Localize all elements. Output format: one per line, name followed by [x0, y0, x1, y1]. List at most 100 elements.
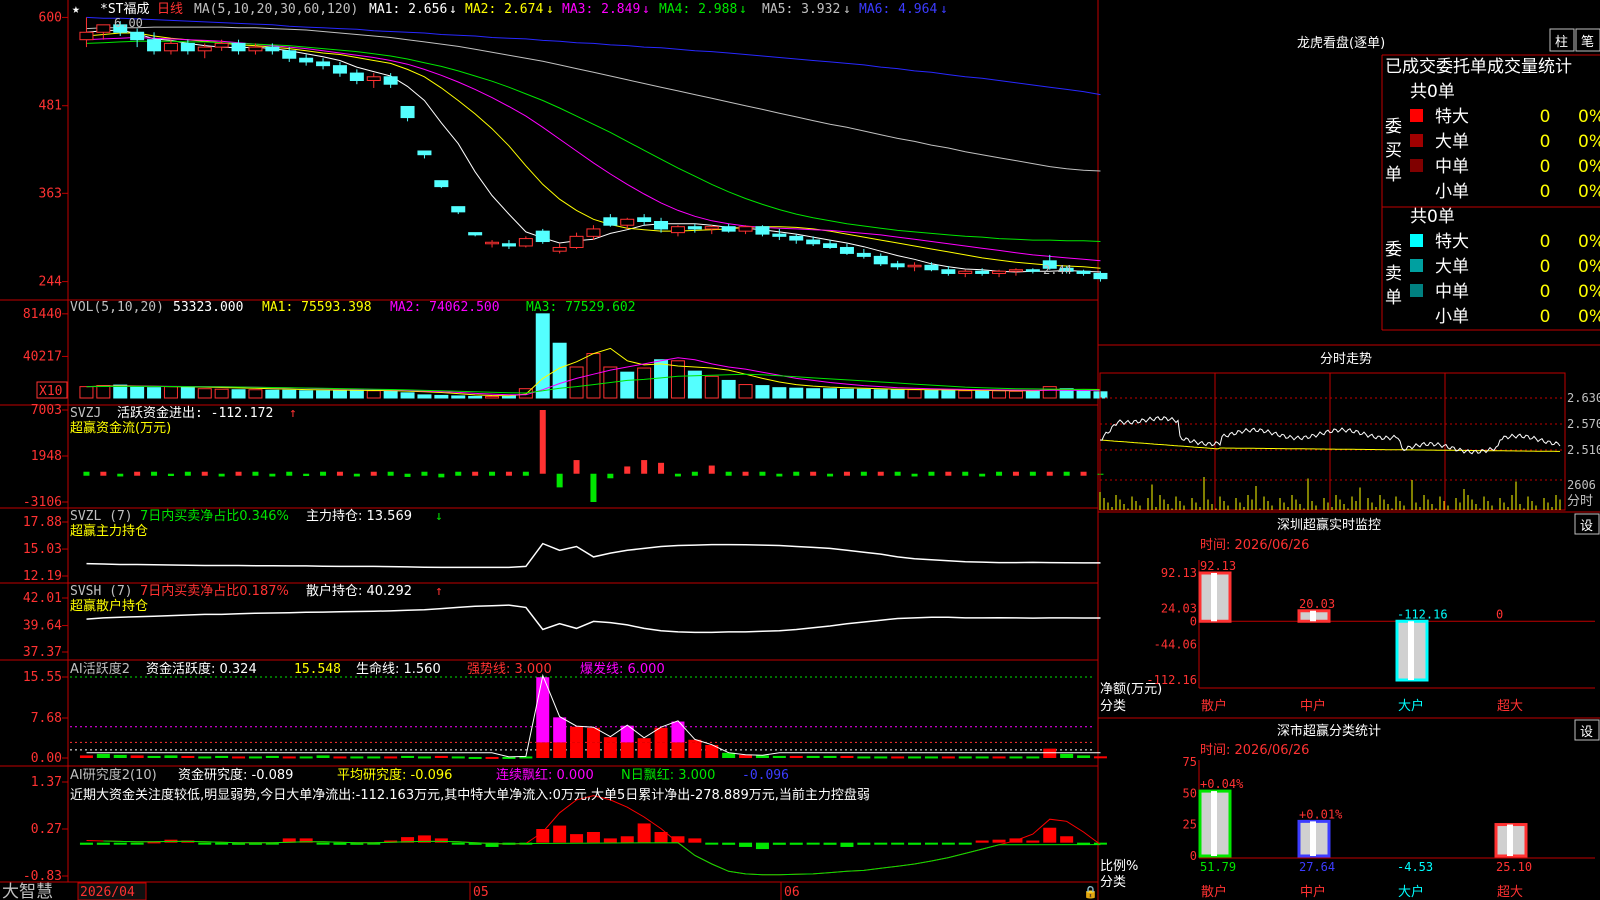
volume-bar — [535, 313, 550, 399]
lhb-row-name: 特大 — [1435, 232, 1469, 252]
candle-body — [721, 226, 736, 232]
svzj-bar — [624, 466, 631, 474]
candle-body — [248, 46, 263, 52]
buy-total: 共0单 — [1410, 82, 1455, 102]
lhb-row-pct: 0% — [1578, 257, 1600, 277]
volume-bar — [231, 389, 246, 399]
lhb-row-count: 0 — [1540, 232, 1551, 252]
candle-body — [924, 264, 939, 271]
lhb-row-count: 0 — [1540, 182, 1551, 202]
research-bar — [620, 836, 634, 843]
volume-bar — [468, 395, 483, 399]
svzj-dot — [742, 471, 749, 476]
stock-name: *ST福成 — [100, 2, 149, 17]
svzj-bar — [979, 473, 986, 477]
lhb-side-labels: 委买单委卖单 — [1385, 117, 1402, 308]
favorite-star-icon: ★ — [72, 2, 80, 17]
svzj-dot — [522, 471, 529, 476]
candle-body — [890, 263, 905, 268]
ai2-bar — [1077, 755, 1091, 758]
brand-logo: 大智慧 — [2, 882, 53, 900]
svzl-axis: 17.88 15.03 12.19 — [23, 515, 68, 584]
classify-bar-shine — [1211, 791, 1217, 856]
candle-body — [823, 243, 838, 248]
ai2-bar — [1060, 753, 1074, 758]
ma4-value: MA4: 2.988 — [659, 2, 737, 17]
svzl-legend: SVZL (7) 7日内买卖净占比0.346% 主力持仓: 13.569 ↓ 超… — [70, 508, 443, 539]
price-axis-tick: 481 — [39, 99, 62, 114]
volume-bar — [941, 389, 956, 399]
classify-change: +0.01% — [1299, 807, 1343, 821]
volume-bar — [924, 389, 939, 399]
candle-body — [197, 46, 212, 52]
ai2-bar — [434, 755, 448, 758]
ma6-arrow: ↓ — [940, 2, 948, 17]
research-bar — [789, 842, 803, 845]
svzj-dot — [184, 471, 191, 476]
svzj-dot — [894, 471, 901, 476]
classify-axis: 0 — [1190, 849, 1197, 863]
ma5-value: MA5: 3.932 — [762, 2, 840, 17]
ai2-axis-tick: 0.00 — [31, 751, 62, 766]
research-f4: N日飘红: 3.000 — [621, 767, 715, 783]
candle-body — [603, 217, 618, 226]
lhb-row-pct: 0% — [1578, 107, 1600, 127]
ai2-bar — [147, 755, 161, 758]
ai2-bar — [299, 756, 313, 759]
ai2-bar — [620, 742, 634, 758]
ai2-bar — [789, 755, 803, 758]
svzl-axis-tick: 12.19 — [23, 569, 62, 584]
svzj-bar — [607, 473, 614, 479]
candle-body — [992, 270, 1007, 274]
volume-bar — [873, 389, 888, 399]
intraday-axis: 2.630 — [1567, 391, 1600, 405]
ai2-bar — [975, 756, 989, 759]
classify-change: +0.04% — [1200, 777, 1244, 791]
candle-body — [552, 246, 567, 252]
svzj-dot — [691, 471, 698, 476]
volume-bar — [755, 385, 770, 399]
ai2-bar — [891, 756, 905, 759]
monitor-bar-label: 0 — [1496, 607, 1503, 621]
ma6-value: MA6: 4.964 — [859, 2, 937, 17]
ai2-bar — [367, 756, 381, 759]
classify-time: 时间: 2026/06/26 — [1200, 743, 1309, 758]
research-bar — [975, 840, 989, 843]
svzj-bar — [117, 473, 124, 477]
lhb-row-name: 中单 — [1435, 282, 1469, 302]
volume-bar — [738, 384, 753, 399]
lhb-panel: 龙虎看盘(逐单) 柱 笔 已成交委托单成交量统计 共0单 共0单 委买单委卖单 … — [1297, 28, 1600, 327]
lhb-swatch — [1410, 234, 1423, 247]
vol-ma2: MA2: 74062.500 — [390, 300, 500, 315]
volume-bar — [485, 395, 500, 399]
candle-body — [96, 24, 111, 33]
svzj-bar — [776, 473, 783, 477]
candle-body — [738, 226, 753, 232]
monitor-bar-label: 20.03 — [1299, 597, 1335, 611]
stock-chart-canvas[interactable]: 600 481 363 244 ★ *ST福成 日线 MA(5,10,20,30,60… — [0, 0, 1600, 900]
lhb-row-pct: 0% — [1578, 307, 1600, 327]
research-bar — [198, 842, 212, 845]
price-axis: 600 481 363 244 — [39, 10, 68, 290]
ai2-bar — [113, 754, 127, 758]
svsh-hold: 散户持仓: 40.292 — [306, 583, 412, 599]
svzj-bar — [404, 473, 411, 477]
research-bar — [434, 838, 448, 843]
candle-body — [1008, 269, 1023, 272]
ma5-arrow: ↓ — [843, 2, 851, 17]
volume-bar — [366, 390, 381, 399]
svzj-axis-tick: 7003 — [31, 403, 62, 418]
candle-body — [383, 76, 398, 85]
ai2-bar — [350, 756, 364, 759]
svzj-dot — [151, 471, 158, 476]
monitor-cat: 中户 — [1300, 698, 1326, 714]
ai2-f4: 强势线: 3.000 — [467, 661, 552, 677]
research-bar — [772, 842, 786, 845]
ma2-arrow: ↓ — [546, 2, 554, 17]
volume-bar — [772, 387, 787, 399]
lhb-row-name: 小单 — [1435, 307, 1469, 327]
research-bar — [755, 842, 769, 850]
volume-axis: 81440 40217 — [23, 307, 68, 364]
ai2-bar — [1009, 756, 1023, 759]
ma4-arrow: ↓ — [739, 2, 747, 17]
